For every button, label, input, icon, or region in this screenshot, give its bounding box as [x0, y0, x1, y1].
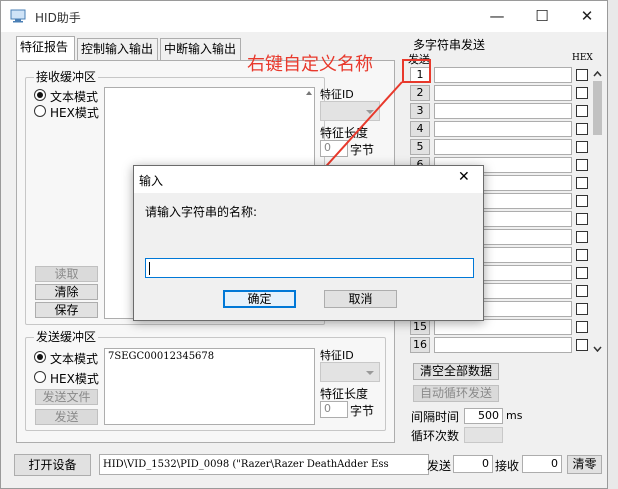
- dialog-title-bar: 输入 ✕: [134, 166, 483, 193]
- dialog-title: 输入: [139, 174, 164, 188]
- input-dialog: 输入 ✕ 请输入字符串的名称: 确定 取消: [133, 165, 484, 321]
- dialog-close-button[interactable]: ✕: [458, 169, 470, 185]
- dialog-cancel-button[interactable]: 取消: [324, 290, 397, 308]
- text-cursor: [149, 262, 150, 275]
- dialog-prompt: 请输入字符串的名称:: [145, 205, 258, 219]
- dialog-ok-button[interactable]: 确定: [223, 290, 296, 308]
- dialog-name-input[interactable]: [145, 258, 474, 278]
